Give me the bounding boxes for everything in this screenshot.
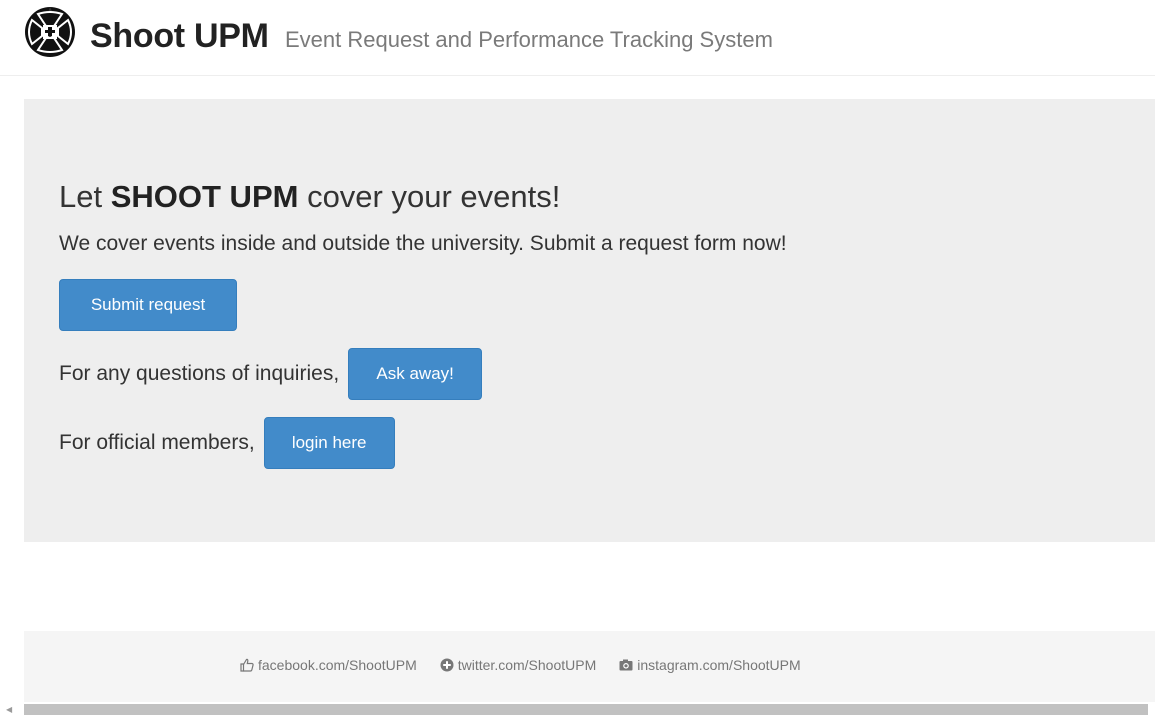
plus-circle-icon (439, 657, 455, 673)
facebook-link[interactable]: facebook.com/ShootUPM (239, 657, 417, 673)
brand-subtitle: Event Request and Performance Tracking S… (285, 27, 773, 52)
scroll-left-icon[interactable]: ◀ (6, 705, 16, 715)
hero-section: Let SHOOT UPM cover your events! We cove… (24, 99, 1155, 542)
twitter-link[interactable]: twitter.com/ShootUPM (439, 657, 597, 673)
shutter-logo-icon[interactable] (24, 6, 76, 58)
hero-heading: Let SHOOT UPM cover your events! (59, 179, 560, 215)
instagram-link[interactable]: instagram.com/ShootUPM (618, 657, 801, 673)
site-footer: facebook.com/ShootUPM twitter.com/ShootU… (24, 631, 1155, 702)
thumbs-up-icon (239, 657, 255, 673)
ask-text: For any questions of inquiries, (59, 362, 340, 385)
submit-request-button[interactable]: Submit request (59, 279, 237, 331)
login-button[interactable]: login here (263, 417, 395, 469)
hero-heading-suffix: cover your events! (298, 179, 561, 214)
hero-heading-brand: SHOOT UPM (110, 179, 299, 214)
brand-title[interactable]: Shoot UPM (90, 16, 269, 56)
instagram-link-label: instagram.com/ShootUPM (637, 657, 801, 673)
horizontal-scrollbar[interactable]: ◀ (0, 702, 1155, 717)
ask-row: For any questions of inquiries, Ask away… (59, 348, 483, 400)
login-row: For official members, login here (59, 417, 395, 469)
facebook-link-label: facebook.com/ShootUPM (258, 657, 417, 673)
ask-away-button[interactable]: Ask away! (348, 348, 483, 400)
login-text: For official members, (59, 431, 255, 454)
social-links: facebook.com/ShootUPM twitter.com/ShootU… (239, 657, 823, 673)
camera-icon (618, 657, 634, 673)
scrollbar-thumb[interactable] (24, 704, 1148, 715)
hero-heading-prefix: Let (59, 179, 111, 214)
site-header: Shoot UPM Event Request and Performance … (0, 0, 1155, 76)
hero-lead: We cover events inside and outside the u… (59, 232, 787, 255)
twitter-link-label: twitter.com/ShootUPM (457, 657, 597, 673)
